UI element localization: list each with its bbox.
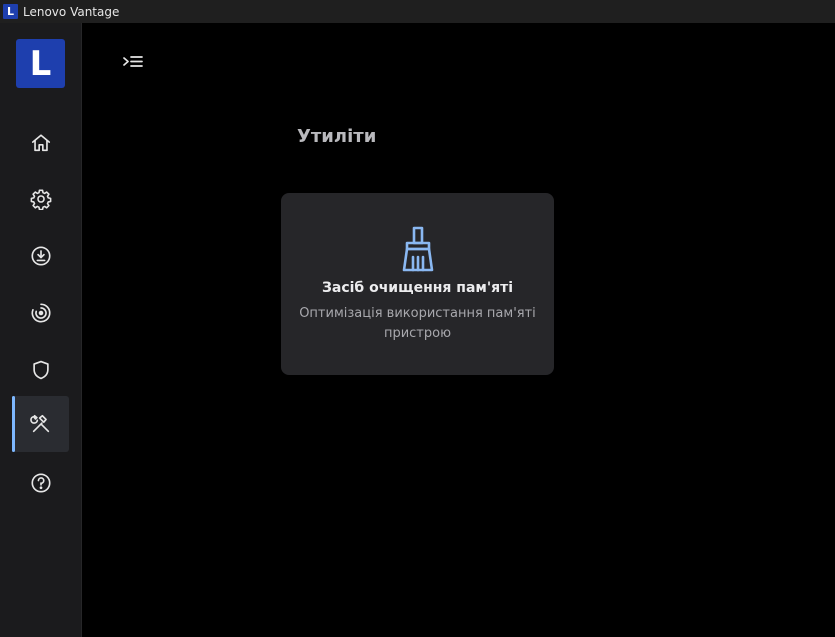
help-icon [30,473,51,493]
menu-collapse-icon [123,56,143,67]
page-title: Утиліти [297,126,377,147]
app-logo-icon: L [3,4,18,19]
brand-logo[interactable]: L [16,39,65,88]
sidebar-item-performance[interactable] [12,285,69,341]
menu-toggle-button[interactable] [121,52,145,74]
memory-cleaner-card[interactable]: Засіб очищення пам'яті Оптимізація викор… [281,193,554,375]
target-icon [31,303,51,323]
shield-icon [32,360,49,380]
sidebar-item-security[interactable] [12,342,69,398]
window-title: Lenovo Vantage [23,4,120,19]
sidebar-item-settings[interactable] [12,171,69,227]
sidebar-item-tools[interactable] [12,396,69,452]
broom-icon [402,226,434,272]
home-icon [31,134,50,152]
card-title: Засіб очищення пам'яті [321,280,514,296]
sidebar-item-help[interactable] [12,455,69,511]
tools-icon [29,414,49,433]
sidebar-item-home[interactable] [12,115,69,171]
download-icon [30,246,51,266]
sidebar-item-download[interactable] [12,228,69,284]
card-description: Оптимізація використання пам'яті пристро… [299,306,536,341]
sidebar: L [0,23,82,637]
gear-icon [30,189,51,210]
title-bar: L Lenovo Vantage [0,0,835,23]
